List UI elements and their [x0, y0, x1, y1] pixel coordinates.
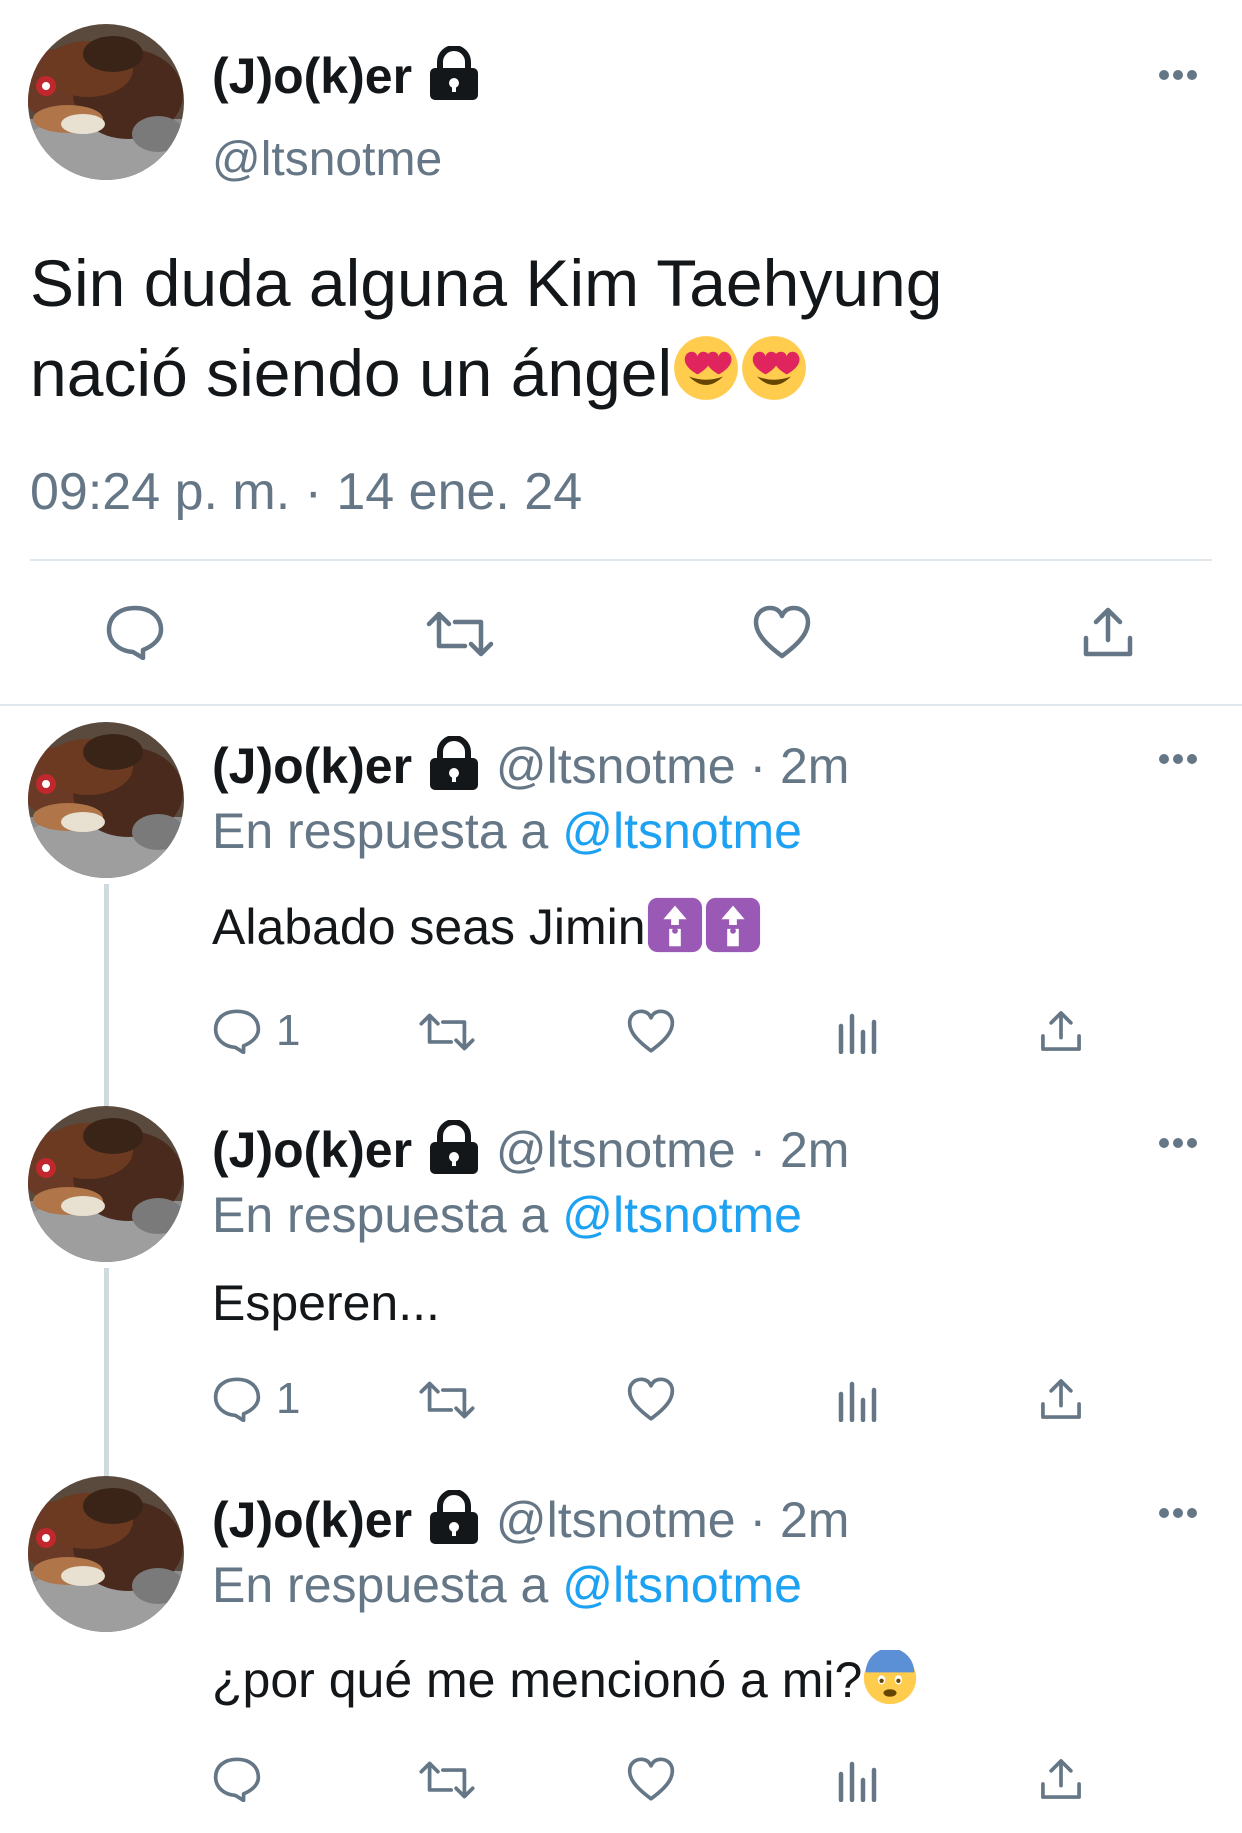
- analytics-button[interactable]: [836, 1380, 878, 1422]
- share-upload-icon: [1041, 1759, 1081, 1799]
- reply-to-line: En respuesta a @ltsnotme: [212, 1186, 802, 1244]
- main-tweet-handle[interactable]: @ltsnotme: [212, 132, 442, 187]
- divider: [30, 559, 1212, 561]
- retweet-button[interactable]: [418, 1380, 476, 1420]
- reply-to-line: En respuesta a @ltsnotme: [212, 1556, 802, 1614]
- display-name[interactable]: (J)o(k)er: [212, 48, 412, 104]
- retweet-icon: [419, 1013, 475, 1051]
- heart-icon: [627, 1377, 675, 1421]
- lock-icon: [426, 1489, 482, 1558]
- reply-button[interactable]: [212, 1376, 262, 1422]
- analytics-button[interactable]: [836, 1012, 878, 1054]
- speech-bubble-icon: [213, 1009, 261, 1054]
- retweet-button[interactable]: [425, 610, 495, 658]
- retweet-button[interactable]: [418, 1760, 476, 1800]
- speech-bubble-icon: [213, 1377, 261, 1422]
- more-dots-icon[interactable]: [1158, 1506, 1198, 1520]
- heart-icon: [627, 1757, 675, 1801]
- reply-text: ¿por qué me mencionó a mi?: [212, 1648, 918, 1718]
- heart-icon: [627, 1009, 675, 1053]
- like-button[interactable]: [626, 1008, 676, 1054]
- reply-mention-link[interactable]: @ltsnotme: [562, 1557, 802, 1613]
- analytics-button[interactable]: [836, 1760, 878, 1802]
- reply-to-prefix: En respuesta a: [212, 1557, 549, 1613]
- heart-icon: [753, 605, 811, 659]
- tweet-text-fragment: nació siendo un ángel: [30, 336, 673, 410]
- info-emoji-icon: [704, 896, 762, 966]
- handle-timestamp[interactable]: @ltsnotme · 2m: [496, 738, 850, 794]
- reply-button[interactable]: [105, 604, 165, 660]
- reply-mention-link[interactable]: @ltsnotme: [562, 1187, 802, 1243]
- analytics-bars-icon: [838, 1381, 877, 1422]
- heart-eyes-emoji-icon: [740, 334, 808, 424]
- lock-icon: [426, 1119, 482, 1188]
- handle-timestamp[interactable]: @ltsnotme · 2m: [496, 1122, 850, 1178]
- share-upload-icon: [1083, 607, 1133, 657]
- reply-text-content: Esperen...: [212, 1275, 440, 1331]
- reply-avatar[interactable]: [28, 1476, 184, 1632]
- lock-icon: [426, 45, 482, 114]
- analytics-bars-icon: [838, 1761, 877, 1802]
- reply-avatar[interactable]: [28, 722, 184, 878]
- like-button[interactable]: [626, 1756, 676, 1802]
- more-dots-icon[interactable]: [1158, 752, 1198, 766]
- main-tweet-timestamp[interactable]: 09:24 p. m. · 14 ene. 24: [30, 462, 582, 522]
- reply-author-row: (J)o(k)er @ltsnotme · 2m: [212, 1119, 850, 1188]
- share-upload-icon: [1041, 1011, 1081, 1051]
- info-emoji-icon: [646, 896, 704, 966]
- thread-line: [104, 884, 109, 1106]
- main-tweet-author-row: (J)o(k)er: [212, 45, 482, 114]
- reply-avatar[interactable]: [28, 1106, 184, 1262]
- reply-button[interactable]: [212, 1008, 262, 1054]
- share-button[interactable]: [1080, 604, 1136, 660]
- fearful-face-emoji-icon: [862, 1648, 918, 1718]
- retweet-button[interactable]: [418, 1012, 476, 1052]
- divider: [0, 704, 1242, 706]
- like-button[interactable]: [626, 1376, 676, 1422]
- retweet-icon: [419, 1761, 475, 1799]
- reply-to-line: En respuesta a @ltsnotme: [212, 802, 802, 860]
- thread-line: [104, 1268, 109, 1480]
- tweet-text-line: Sin duda alguna Kim Taehyung: [30, 246, 943, 320]
- more-dots-icon[interactable]: [1158, 1136, 1198, 1150]
- main-tweet-text: Sin duda alguna Kim Taehyung nació siend…: [30, 238, 942, 424]
- heart-eyes-emoji-icon: [672, 334, 740, 424]
- display-name[interactable]: (J)o(k)er: [212, 738, 412, 794]
- reply-text: Esperen...: [212, 1274, 440, 1332]
- handle-timestamp[interactable]: @ltsnotme · 2m: [496, 1492, 850, 1548]
- main-tweet-avatar[interactable]: [28, 24, 184, 180]
- tweet-text-line: nació siendo un ángel: [30, 328, 942, 424]
- reply-count: 1: [276, 1374, 301, 1423]
- like-button[interactable]: [752, 604, 812, 660]
- analytics-bars-icon: [838, 1013, 877, 1054]
- reply-mention-link[interactable]: @ltsnotme: [562, 803, 802, 859]
- reply-text-content: Alabado seas Jimin: [212, 899, 646, 956]
- reply-text-content: ¿por qué me mencionó a mi?: [212, 1652, 863, 1709]
- more-dots-icon[interactable]: [1158, 68, 1198, 82]
- reply-to-prefix: En respuesta a: [212, 803, 549, 859]
- display-name[interactable]: (J)o(k)er: [212, 1492, 412, 1548]
- reply-author-row: (J)o(k)er @ltsnotme · 2m: [212, 735, 850, 804]
- share-button[interactable]: [1038, 1756, 1084, 1802]
- reply-button[interactable]: [212, 1756, 262, 1802]
- reply-author-row: (J)o(k)er @ltsnotme · 2m: [212, 1489, 850, 1558]
- retweet-icon: [426, 611, 494, 657]
- reply-to-prefix: En respuesta a: [212, 1187, 549, 1243]
- speech-bubble-icon: [106, 605, 164, 660]
- display-name[interactable]: (J)o(k)er: [212, 1122, 412, 1178]
- share-button[interactable]: [1038, 1376, 1084, 1422]
- reply-count: 1: [276, 1006, 301, 1055]
- speech-bubble-icon: [213, 1757, 261, 1802]
- lock-icon: [426, 735, 482, 804]
- share-upload-icon: [1041, 1379, 1081, 1419]
- reply-text: Alabado seas Jimin: [212, 896, 762, 966]
- share-button[interactable]: [1038, 1008, 1084, 1054]
- retweet-icon: [419, 1381, 475, 1419]
